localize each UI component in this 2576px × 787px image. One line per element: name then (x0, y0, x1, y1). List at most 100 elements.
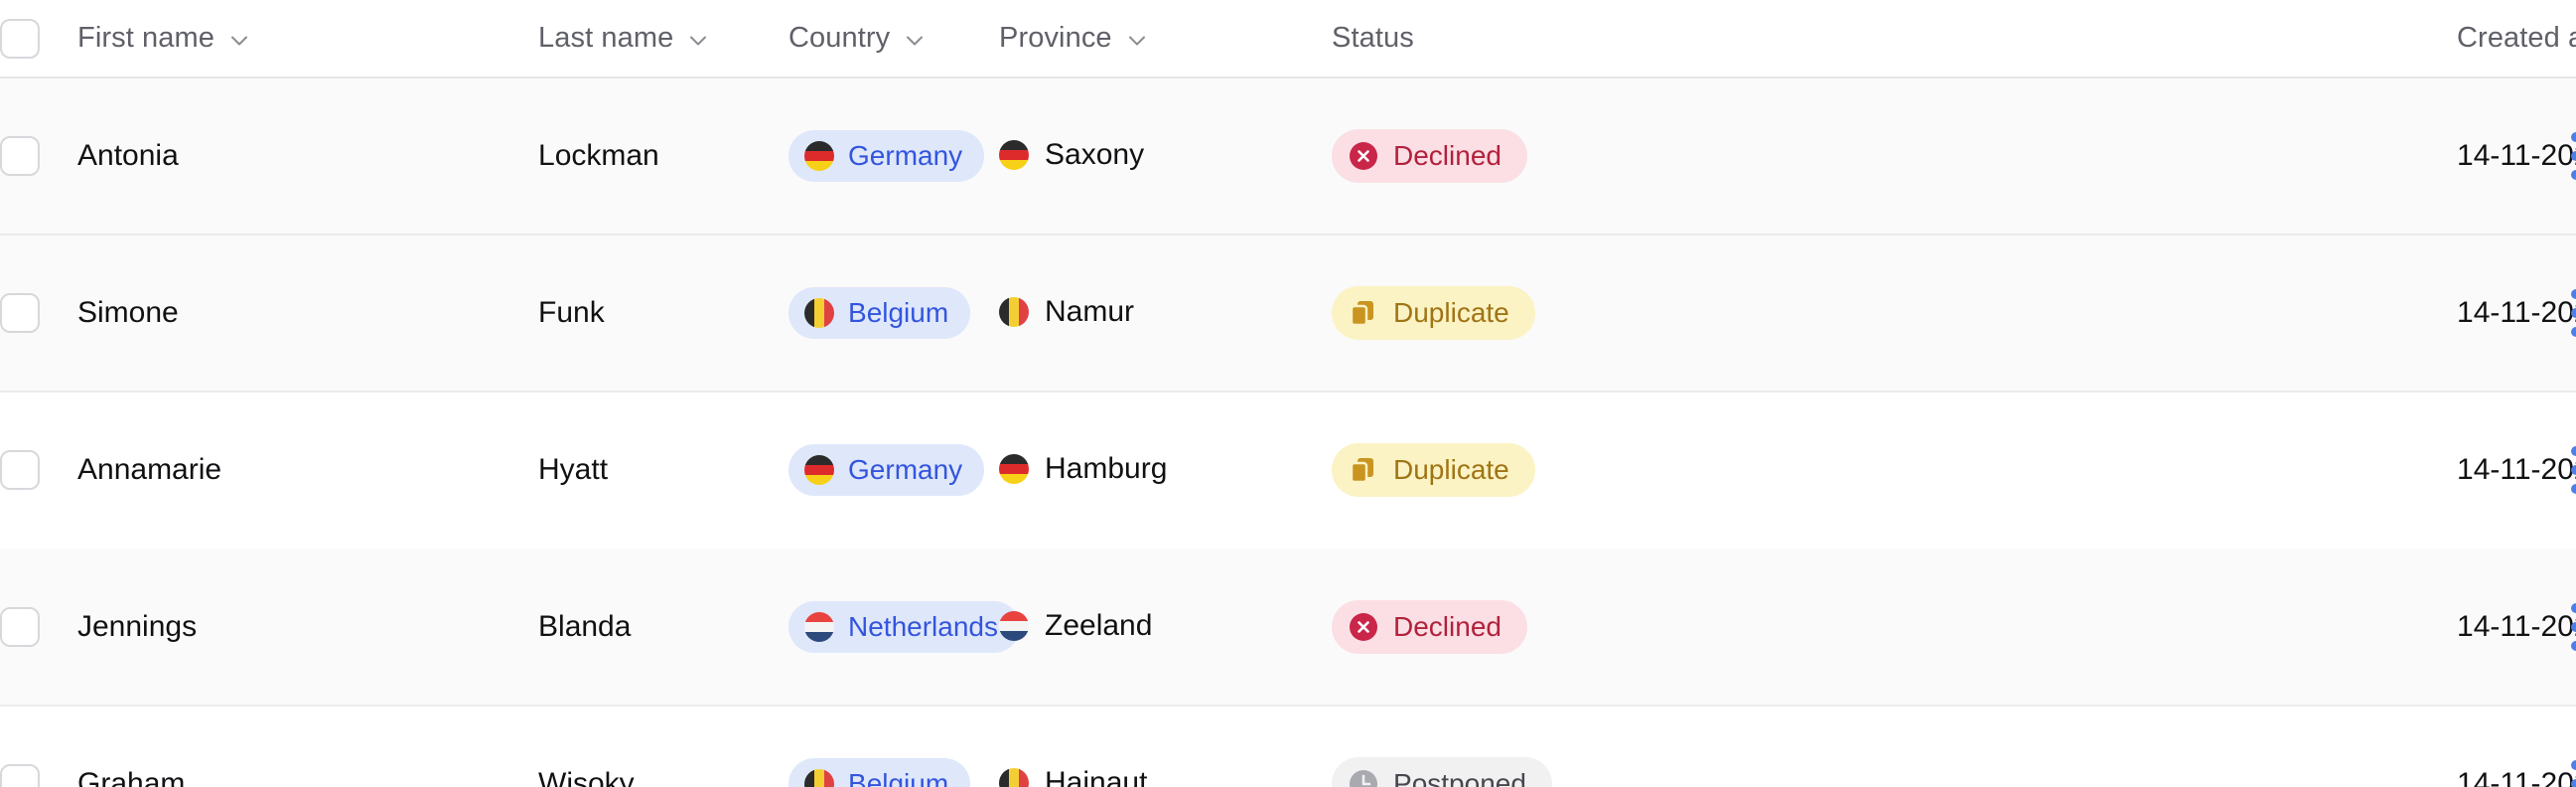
chevron-down-icon[interactable] (687, 30, 709, 52)
select-all-checkbox[interactable] (0, 18, 40, 59)
row-select-checkbox[interactable] (0, 607, 40, 647)
column-header-country[interactable]: Country (788, 0, 1000, 79)
column-header-first-name[interactable]: First name (77, 0, 539, 79)
cell-first-name: Antonia (77, 77, 539, 236)
table-body: Antonia Lockman Germany Saxony Declined 14-11… (0, 77, 2576, 787)
table-row[interactable]: Annamarie Hyatt Germany Hamburg Duplicate 14-… (0, 392, 2576, 549)
last-name-value: Lockman (538, 139, 659, 172)
table-header: First name Last name Country Province St… (0, 0, 2576, 79)
province-label: Zeeland (1045, 608, 1153, 642)
row-select-checkbox[interactable] (0, 136, 40, 176)
last-name-value: Hyatt (538, 453, 609, 486)
status-badge: Duplicate (1332, 443, 1535, 497)
chevron-down-icon[interactable] (904, 30, 926, 52)
table-header-row: First name Last name Country Province St… (0, 0, 2576, 79)
country-flag-icon (804, 455, 835, 485)
copy-icon (1348, 454, 1379, 486)
status-label: Postponed (1393, 768, 1526, 787)
cell-province: Hamburg (999, 392, 1332, 549)
country-label: Germany (848, 140, 963, 171)
table-row[interactable]: Jennings Blanda Netherlands Zeeland Declined… (0, 548, 2576, 707)
row-select-checkbox[interactable] (0, 764, 40, 787)
cell-status: Duplicate (1332, 392, 2457, 549)
cell-created-at: 14-11-2024 09:12 (2457, 234, 2576, 393)
chevron-down-icon[interactable] (1126, 30, 1148, 52)
cell-first-name: Graham (77, 706, 539, 787)
first-name-value: Jennings (77, 610, 198, 643)
table-row[interactable]: Simone Funk Belgium Namur Duplicate 14-11-202… (0, 234, 2576, 393)
select-all-cell (0, 0, 77, 79)
last-name-value: Blanda (538, 610, 632, 643)
province-flag-icon (999, 453, 1030, 484)
column-header-label: Last name (538, 22, 674, 54)
country-label: Netherlands (848, 611, 998, 642)
created-at-value: 14-11-2024 09:12 (2457, 296, 2576, 329)
country-badge[interactable]: Germany (788, 130, 985, 182)
country-flag-icon (804, 141, 835, 171)
province-label: Namur (1045, 294, 1135, 328)
chevron-down-icon[interactable] (228, 30, 250, 52)
column-header-label: Country (788, 22, 891, 54)
x-circle-icon (1348, 140, 1379, 172)
first-name-value: Annamarie (77, 453, 222, 486)
records-table: First name Last name Country Province St… (0, 0, 2576, 787)
row-select-cell (0, 706, 77, 787)
cell-first-name: Jennings (77, 548, 539, 707)
province-flag-icon (999, 139, 1030, 170)
first-name-value: Antonia (77, 139, 179, 172)
country-flag-icon (804, 298, 835, 328)
country-flag-icon (804, 769, 835, 787)
row-select-cell (0, 392, 77, 549)
province-value: Namur (999, 295, 1134, 329)
province-value: Hamburg (999, 452, 1167, 486)
row-select-cell (0, 77, 77, 236)
status-label: Declined (1393, 611, 1502, 642)
province-value: Saxony (999, 138, 1144, 172)
status-label: Duplicate (1393, 297, 1509, 328)
country-label: Belgium (848, 768, 949, 787)
cell-country: Germany (788, 77, 1000, 236)
column-header-status[interactable]: Status (1332, 0, 2458, 79)
country-badge[interactable]: Germany (788, 444, 985, 496)
cell-province: Namur (999, 234, 1333, 393)
column-header-label: Status (1332, 22, 1414, 54)
cell-status: Duplicate (1332, 234, 2458, 393)
cell-province: Hainaut (999, 706, 1333, 787)
data-table-page: First name Last name Country Province St… (0, 0, 2576, 787)
cell-last-name: Blanda (538, 548, 789, 707)
cell-created-at: 14-11-2024 09:12 (2457, 77, 2576, 236)
created-at-value: 14-11-2024 09:12 (2457, 139, 2576, 172)
column-header-created-at[interactable]: Created at (2457, 0, 2576, 79)
cell-country: Netherlands (788, 548, 1020, 707)
created-at-value: 14-11-2024 09:12 (2457, 767, 2576, 787)
first-name-value: Graham (77, 767, 186, 787)
row-select-checkbox[interactable] (0, 293, 40, 333)
status-badge: Postponed (1332, 757, 1552, 787)
cell-status: Postponed (1332, 706, 2458, 787)
row-select-checkbox[interactable] (0, 450, 40, 490)
country-badge[interactable]: Netherlands (788, 601, 1020, 653)
clock-icon (1348, 768, 1379, 787)
cell-created-at: 14-11-2024 09:12 (2457, 706, 2576, 787)
column-header-label: Province (999, 22, 1112, 54)
cell-country: Belgium (788, 706, 1000, 787)
column-header-province[interactable]: Province (999, 0, 1333, 79)
country-label: Belgium (848, 297, 949, 328)
copy-icon (1348, 297, 1379, 329)
cell-last-name: Funk (538, 234, 789, 393)
province-label: Saxony (1045, 137, 1145, 171)
column-header-label: Created at (2457, 22, 2576, 54)
column-header-last-name[interactable]: Last name (538, 0, 789, 79)
status-badge: Duplicate (1332, 286, 1535, 340)
country-badge[interactable]: Belgium (788, 287, 971, 339)
cell-created-at: 14-11-2024 09:12 (2457, 548, 2576, 707)
last-name-value: Funk (538, 296, 605, 329)
cell-status: Declined (1332, 548, 2458, 707)
province-value: Hainaut (999, 766, 1147, 787)
country-badge[interactable]: Belgium (788, 758, 971, 787)
table-row[interactable]: Graham Wisoky Belgium Hainaut Postponed 14-11… (0, 706, 2576, 787)
cell-status: Declined (1332, 77, 2458, 236)
cell-first-name: Simone (77, 234, 539, 393)
status-badge: Declined (1332, 129, 1527, 183)
table-row[interactable]: Antonia Lockman Germany Saxony Declined 14-11… (0, 77, 2576, 236)
